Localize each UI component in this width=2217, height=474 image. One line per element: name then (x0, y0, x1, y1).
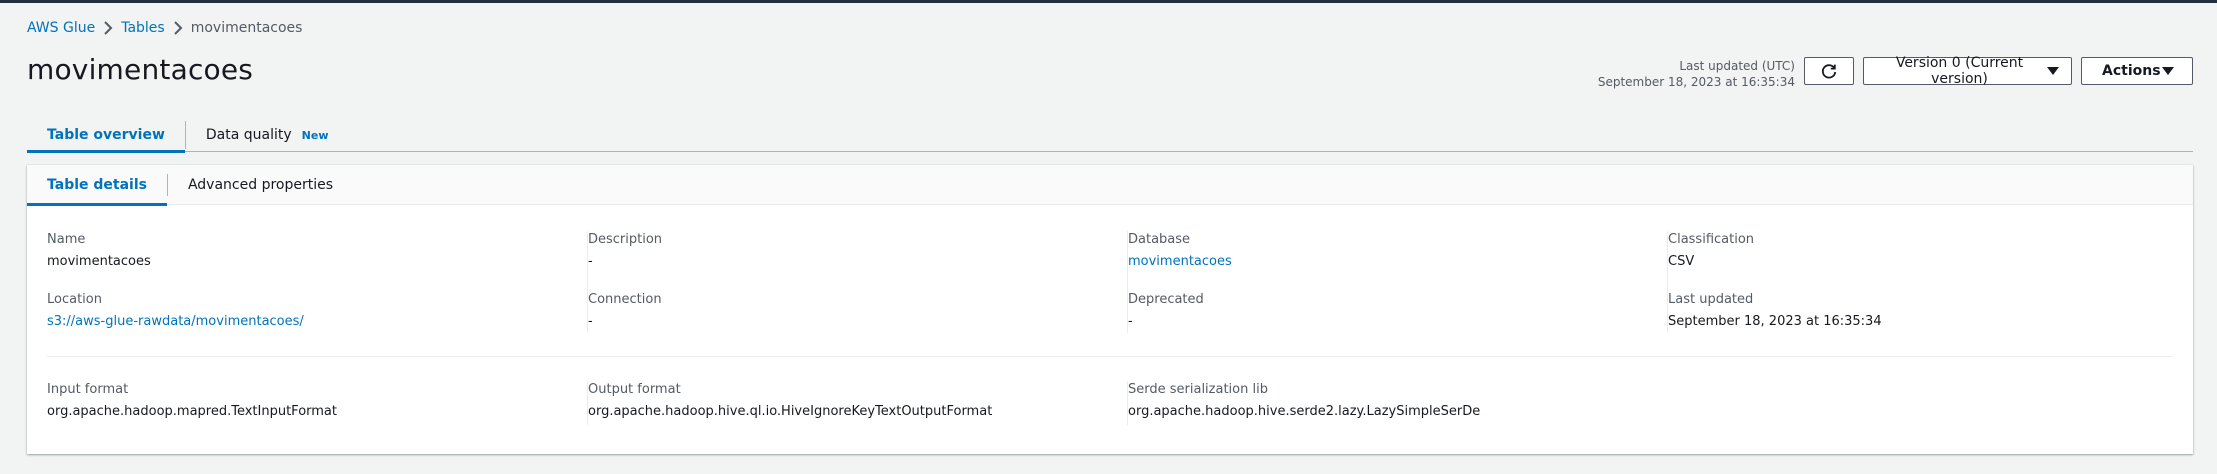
tab-data-quality[interactable]: Data quality New (186, 118, 349, 152)
last-updated-value: September 18, 2023 at 16:35:34 (1597, 75, 1795, 89)
header-last-updated: Last updated (UTC) September 18, 2023 at… (1598, 58, 1795, 90)
field-value: CSV (1668, 254, 1695, 269)
field-classification: Classification CSV (1667, 231, 2173, 271)
field-value: org.apache.hadoop.hive.serde2.lazy.LazyS… (1128, 404, 1481, 419)
field-last-updated: Last updated September 18, 2023 at 16:35… (1667, 291, 2173, 331)
field-label: Database (1128, 232, 1191, 247)
field-label: Last updated (1668, 292, 1754, 307)
field-location: Location s3://aws-glue-rawdata/movimenta… (47, 291, 587, 331)
outer-tabs: Table overview Data quality New (27, 118, 2193, 153)
actions-button[interactable]: Actions (2081, 57, 2193, 85)
field-deprecated: Deprecated - (1127, 291, 1667, 331)
field-value: - (588, 254, 593, 269)
refresh-button[interactable] (1804, 57, 1854, 85)
inner-tabs: Table details Advanced properties (27, 165, 2193, 206)
table-details-panel: Table details Advanced properties Name m… (27, 165, 2193, 454)
tab-table-overview-label: Table overview (47, 127, 165, 143)
field-label: Location (47, 292, 102, 307)
field-input-format: Input format org.apache.hadoop.mapred.Te… (47, 381, 587, 421)
details-row-1: Name movimentacoes Description - Databas… (47, 231, 2173, 271)
field-name: Name movimentacoes (47, 231, 587, 271)
chevron-right-icon (165, 21, 191, 35)
field-empty (1667, 381, 2173, 421)
tab-advanced-properties-label: Advanced properties (187, 177, 334, 193)
new-badge: New (301, 128, 329, 142)
last-updated-label: Last updated (UTC) (1679, 59, 1795, 73)
tab-data-quality-label: Data quality (205, 127, 292, 143)
field-value: org.apache.hadoop.hive.ql.io.HiveIgnoreK… (588, 404, 993, 419)
section-divider (47, 356, 2173, 357)
field-serde-lib: Serde serialization lib org.apache.hadoo… (1127, 381, 1667, 421)
field-database: Database movimentacoes (1127, 231, 1667, 271)
breadcrumb-tables[interactable]: Tables (121, 20, 165, 36)
tab-table-details[interactable]: Table details (27, 165, 167, 206)
tab-table-overview[interactable]: Table overview (27, 118, 185, 153)
field-label: Input format (47, 382, 129, 397)
field-label: Deprecated (1128, 292, 1204, 307)
field-value: September 18, 2023 at 16:35:34 (1668, 314, 1882, 329)
tab-advanced-properties[interactable]: Advanced properties (168, 165, 353, 205)
page-title: movimentacoes (27, 53, 254, 86)
chevron-right-icon (95, 21, 121, 35)
details-row-3: Input format org.apache.hadoop.mapred.Te… (47, 381, 2173, 421)
field-label: Classification (1668, 232, 1755, 247)
field-label: Name (47, 232, 86, 247)
field-label: Output format (588, 382, 681, 397)
field-label: Description (588, 232, 663, 247)
field-value: movimentacoes (47, 254, 151, 269)
field-value: - (1128, 314, 1133, 329)
field-connection: Connection - (587, 291, 1127, 331)
refresh-icon (1821, 64, 1837, 79)
field-description: Description - (587, 231, 1127, 271)
field-label: Serde serialization lib (1128, 382, 1268, 397)
caret-down-icon (2047, 67, 2059, 75)
details-row-2: Location s3://aws-glue-rawdata/movimenta… (47, 291, 2173, 331)
field-value: org.apache.hadoop.mapred.TextInputFormat (47, 404, 337, 419)
version-select[interactable]: Version 0 (Current version) (1863, 55, 2072, 87)
field-output-format: Output format org.apache.hadoop.hive.ql.… (587, 381, 1127, 421)
location-link[interactable]: s3://aws-glue-rawdata/movimentacoes/ (47, 313, 587, 331)
database-link[interactable]: movimentacoes (1128, 253, 1667, 271)
actions-button-label: Actions (2102, 63, 2161, 79)
version-select-label: Version 0 (Current version) (1895, 55, 2024, 87)
breadcrumb-current: movimentacoes (190, 20, 303, 36)
top-bar (0, 0, 2217, 3)
breadcrumb: AWS Glue Tables movimentacoes (27, 20, 302, 36)
field-label: Connection (588, 292, 662, 307)
tab-table-details-label: Table details (47, 177, 147, 193)
caret-down-icon (2162, 67, 2174, 75)
breadcrumb-aws-glue[interactable]: AWS Glue (27, 20, 95, 36)
field-value: - (588, 314, 593, 329)
